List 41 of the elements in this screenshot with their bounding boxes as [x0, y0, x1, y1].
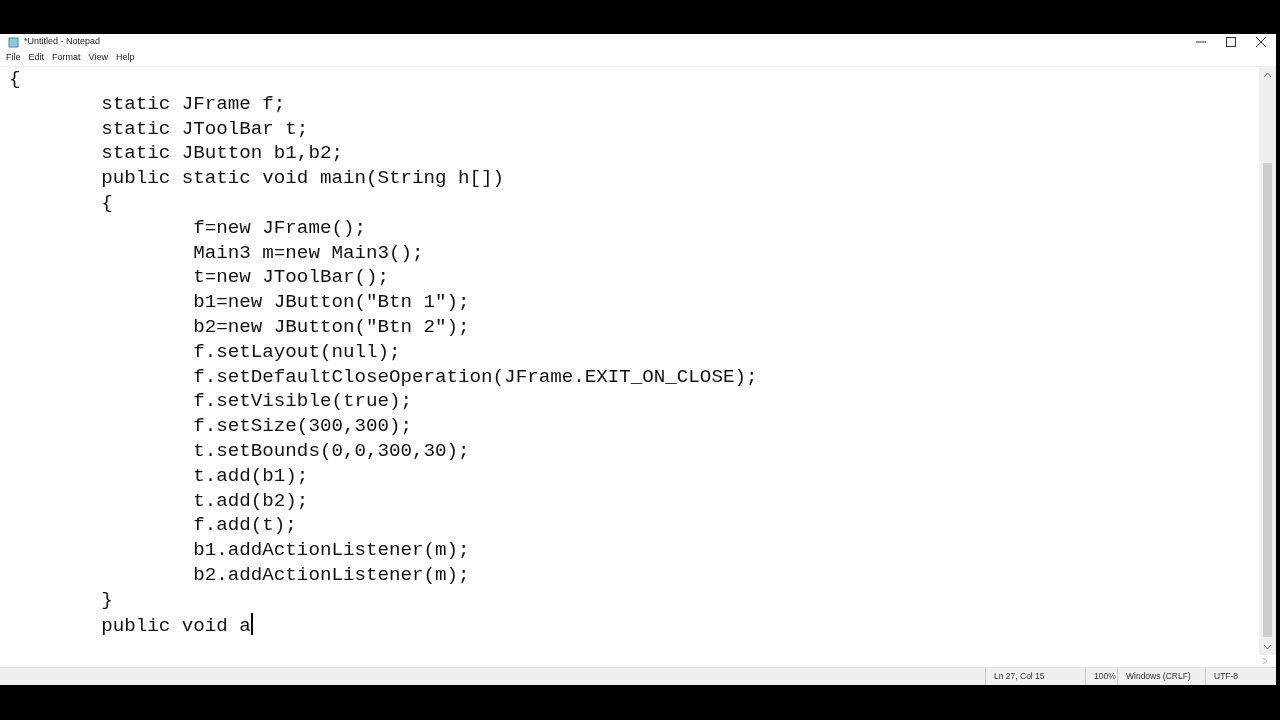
menu-item[interactable]: Help	[112, 51, 138, 65]
code-line: f.setSize(300,300);	[192, 414, 412, 439]
code-line: f.setLayout(null);	[192, 339, 401, 365]
notepad-icon	[8, 36, 19, 48]
text-cursor	[250, 612, 253, 635]
code-line: static JToolBar t;	[100, 116, 309, 142]
status-item: UTF-8	[1214, 670, 1239, 683]
scroll-right-icon[interactable]	[1262, 657, 1268, 665]
code-line: f.add(t);	[192, 513, 297, 539]
scroll-up-icon[interactable]	[1263, 71, 1272, 79]
code-line: b2=new JButton("Btn 2");	[192, 314, 470, 340]
code-line: Main3 m=new Main3();	[192, 240, 424, 266]
menu-item[interactable]: View	[85, 51, 111, 65]
vertical-scrollbar[interactable]	[1259, 67, 1276, 655]
maximize-icon	[1226, 37, 1236, 47]
status-item: Windows (CRLF)	[1126, 670, 1191, 683]
scroll-down-icon[interactable]	[1263, 643, 1272, 651]
code-line: t.add(b2);	[192, 488, 309, 514]
code-line: t.setBounds(0,0,300,30);	[192, 438, 470, 464]
code-line: b2.addActionListener(m);	[192, 562, 470, 588]
code-line: {	[9, 67, 21, 92]
code-line: b1=new JButton("Btn 1");	[192, 290, 470, 315]
code-line: {	[100, 191, 113, 216]
code-line: t=new JToolBar();	[192, 265, 389, 291]
close-icon	[1256, 37, 1266, 47]
window-title: *Untitled - Notepad	[24, 35, 101, 49]
code-line: f.setVisible(true);	[192, 389, 412, 415]
code-line: f.setDefaultCloseOperation(JFrame.EXIT_ON_CLOSE);	[192, 364, 758, 390]
menu-item[interactable]: Edit	[25, 51, 48, 65]
code-line: public static void main(String h[])	[100, 166, 505, 191]
code-line: f=new JFrame();	[192, 215, 366, 241]
menu-item[interactable]: File	[3, 51, 24, 65]
status-item: 100%	[1094, 670, 1116, 683]
status-item: Ln 27, Col 15	[994, 670, 1045, 683]
code-line: b1.addActionListener(m);	[192, 538, 470, 563]
code-line: static JButton b1,b2;	[100, 141, 343, 167]
code-line: }	[100, 587, 113, 613]
code-line: public void a	[100, 613, 251, 639]
menu-item[interactable]: Format	[49, 51, 84, 65]
code-line: t.add(b1);	[192, 463, 309, 489]
code-line: static JFrame f;	[100, 91, 286, 117]
